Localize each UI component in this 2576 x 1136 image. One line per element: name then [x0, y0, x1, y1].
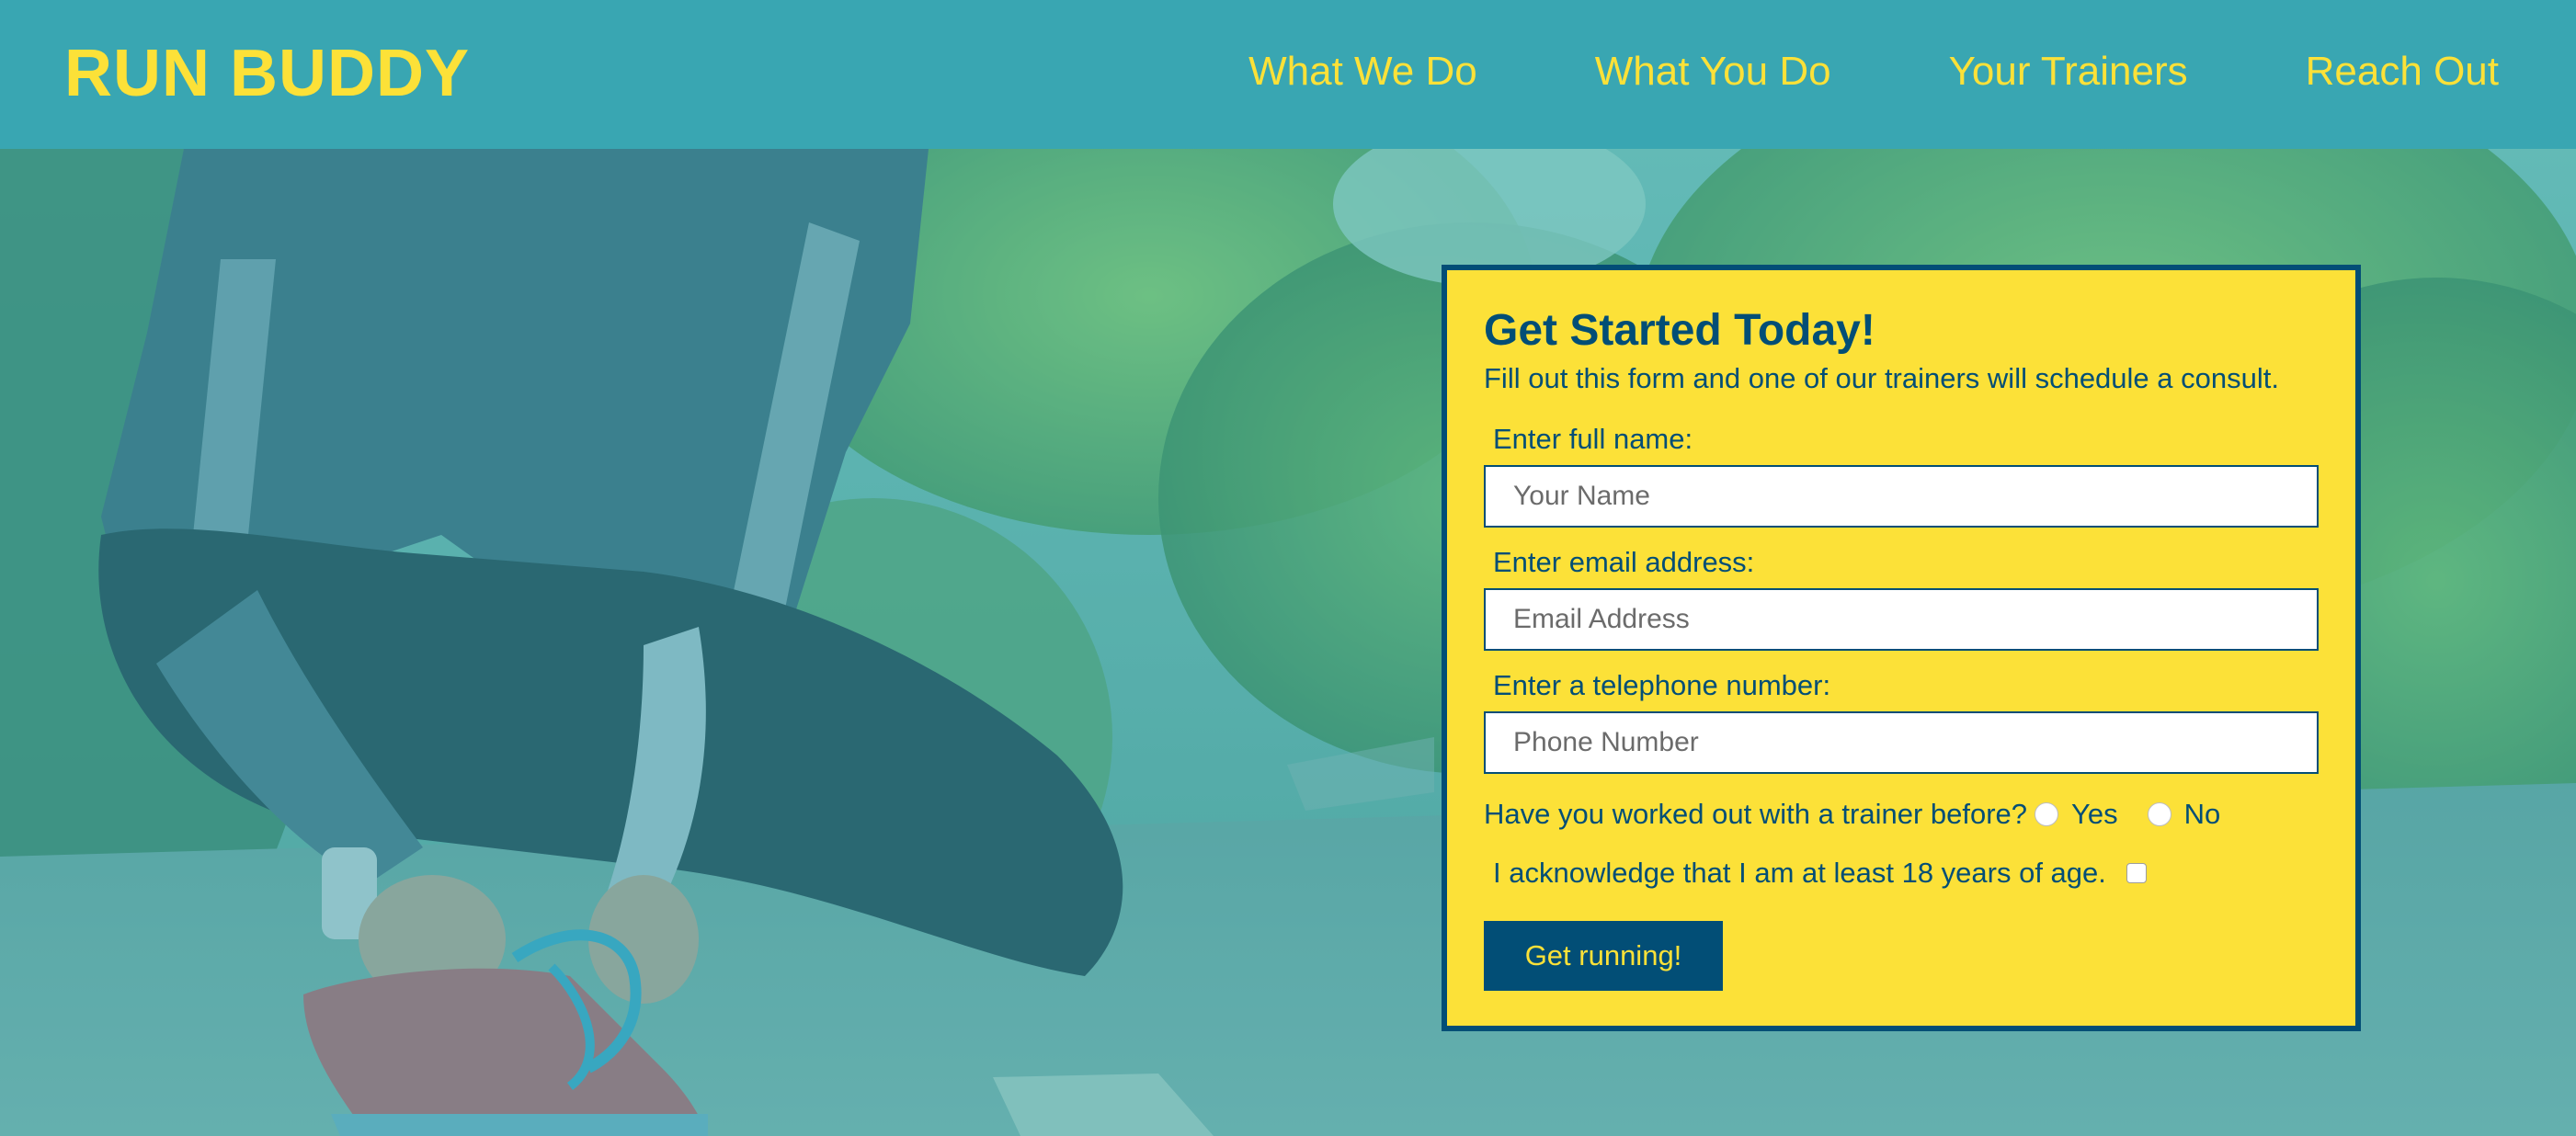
- form-title: Get Started Today!: [1484, 306, 1875, 355]
- phone-label: Enter a telephone number:: [1493, 669, 1831, 701]
- email-input[interactable]: [1484, 588, 2319, 651]
- main-nav: What We Do What You Do Your Trainers Rea…: [1248, 44, 2499, 99]
- trainer-question-label: Have you worked out with a trainer befor…: [1484, 798, 2028, 830]
- get-running-button[interactable]: Get running!: [1484, 921, 1723, 991]
- site-header: RUN BUDDY What We Do What You Do Your Tr…: [0, 0, 2576, 149]
- radio-no[interactable]: [2147, 802, 2171, 826]
- radio-yes-label: Yes: [2071, 798, 2118, 830]
- nav-your-trainers[interactable]: Your Trainers: [1949, 44, 2188, 99]
- phone-input[interactable]: [1484, 711, 2319, 774]
- email-label: Enter email address:: [1493, 546, 1755, 578]
- radio-no-label: No: [2183, 798, 2221, 830]
- signup-form: Get Started Today! Fill out this form an…: [1442, 265, 2361, 1031]
- trainer-question-row: Have you worked out with a trainer befor…: [1484, 796, 2220, 833]
- nav-what-we-do[interactable]: What We Do: [1248, 44, 1477, 99]
- nav-what-you-do[interactable]: What You Do: [1595, 44, 1831, 99]
- site-logo[interactable]: RUN BUDDY: [64, 33, 470, 114]
- age-ack-row: I acknowledge that I am at least 18 year…: [1493, 855, 2147, 892]
- form-subtitle: Fill out this form and one of our traine…: [1484, 362, 2279, 394]
- name-input[interactable]: [1484, 465, 2319, 528]
- name-label: Enter full name:: [1493, 423, 1693, 455]
- age-ack-checkbox[interactable]: [2126, 863, 2147, 883]
- nav-reach-out[interactable]: Reach Out: [2306, 44, 2499, 99]
- radio-yes[interactable]: [2035, 802, 2059, 826]
- age-ack-label: I acknowledge that I am at least 18 year…: [1493, 857, 2106, 889]
